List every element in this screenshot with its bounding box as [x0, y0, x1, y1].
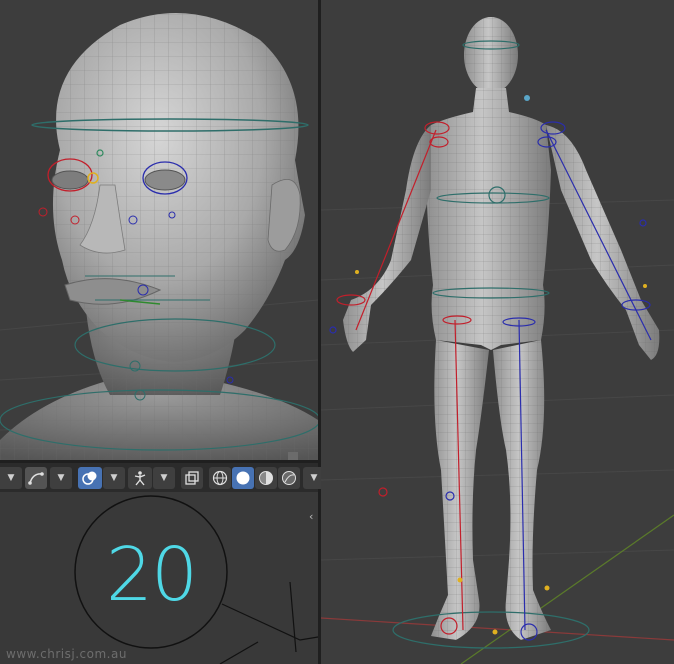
viewport-header-toolbar: ▼ ▼ ▼ ▼ ▼ [0, 463, 325, 492]
overlay-toggle-button[interactable] [78, 466, 102, 489]
x-axis-line [321, 617, 674, 641]
viewport-full-body[interactable] [321, 0, 674, 664]
chevron-down-icon: ▼ [7, 472, 15, 483]
proportional-dropdown[interactable]: ▼ [50, 466, 72, 489]
pose-dropdown[interactable]: ▼ [153, 466, 175, 489]
viewport-face-closeup[interactable] [0, 0, 318, 460]
rendered-sphere-icon [282, 470, 296, 485]
chevron-down-icon: ▼ [110, 472, 118, 483]
proportional-editing-button[interactable] [25, 466, 47, 489]
armature-pose-icon [134, 470, 146, 485]
pose-overlay-button[interactable] [128, 466, 152, 489]
xray-toggle-button[interactable] [181, 466, 203, 489]
body-scene [321, 17, 674, 664]
body-mesh [343, 17, 660, 640]
chevron-down-icon: ▼ [160, 472, 168, 483]
overlay-dropdown[interactable]: ▼ [103, 466, 125, 489]
xray-icon [185, 470, 199, 485]
overlay-icon [82, 471, 97, 485]
chevron-down-icon: ▼ [310, 472, 318, 483]
solid-sphere-icon [236, 471, 250, 484]
snap-dropdown[interactable]: ▼ [0, 466, 22, 489]
face-scene [0, 13, 318, 460]
chevron-left-icon[interactable]: ‹ [309, 510, 313, 523]
chevron-down-icon: ▼ [57, 472, 65, 483]
material-sphere-icon [259, 470, 273, 485]
shading-rendered-button[interactable] [278, 466, 300, 489]
shading-wireframe-button[interactable] [209, 466, 231, 489]
shading-solid-button[interactable] [232, 466, 254, 489]
wireframe-sphere-icon [212, 470, 228, 485]
viewport-frame-counter[interactable]: 20 ‹ [0, 492, 318, 664]
watermark-text: www.chrisj.com.au [6, 647, 127, 661]
shading-material-button[interactable] [255, 466, 277, 489]
frame-number: 20 [105, 532, 198, 618]
curve-icon [28, 471, 44, 485]
